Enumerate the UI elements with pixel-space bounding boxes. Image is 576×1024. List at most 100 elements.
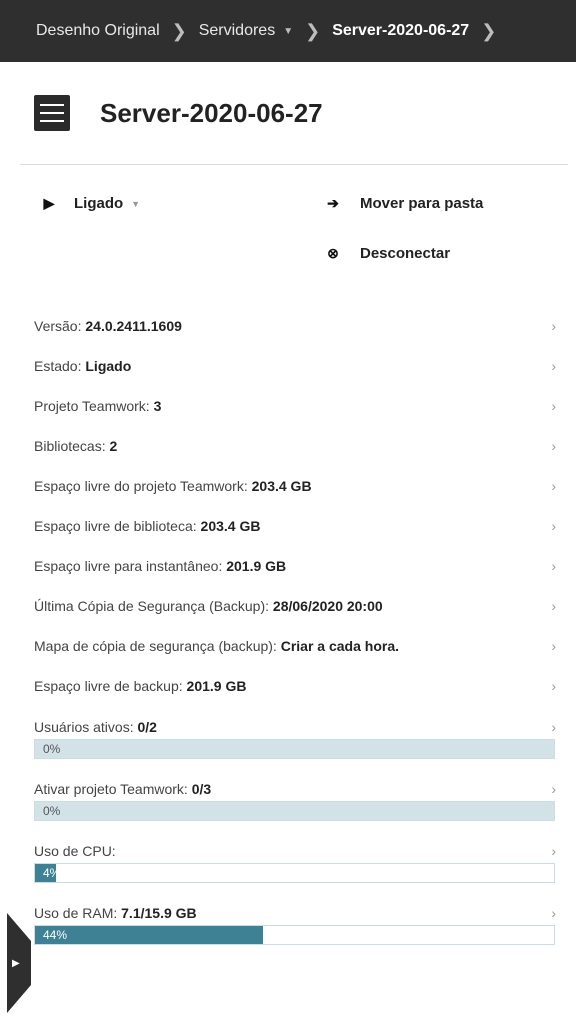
info-label: Última Cópia de Segurança (Backup): — [34, 598, 273, 614]
usage-text: Ativar projeto Teamwork: 0/3 — [34, 781, 211, 797]
info-text: Estado: Ligado — [34, 358, 131, 374]
info-value: 24.0.2411.1609 — [85, 318, 182, 334]
page-title: Server-2020-06-27 — [100, 97, 323, 128]
power-status-label: Ligado — [74, 195, 124, 212]
usage-value: 7.1/15.9 GB — [121, 905, 197, 921]
move-to-folder-label: Mover para pasta — [360, 195, 484, 212]
breadcrumb-item-servers[interactable]: Servidores — [199, 22, 275, 40]
play-icon: ▶ — [12, 957, 20, 969]
page-header: Server-2020-06-27 — [20, 62, 568, 165]
info-value: Ligado — [85, 358, 132, 374]
cpu-usage-progress-bar: 4% — [34, 863, 555, 883]
info-text: Última Cópia de Segurança (Backup): 28/0… — [34, 598, 383, 614]
info-value: 3 — [153, 398, 162, 414]
usage-text: Uso de CPU: — [34, 843, 116, 859]
info-row-snapshot-free-space[interactable]: Espaço livre para instantâneo: 201.9 GB … — [0, 546, 576, 586]
server-list-icon — [34, 95, 70, 131]
info-label: Mapa de cópia de segurança (backup): — [34, 638, 281, 654]
info-row-last-backup[interactable]: Última Cópia de Segurança (Backup): 28/0… — [0, 586, 576, 626]
chevron-right-icon: › — [551, 558, 556, 574]
disconnect-label: Desconectar — [360, 245, 451, 262]
chevron-right-icon: › — [551, 598, 556, 614]
info-value: 201.9 GB — [186, 678, 247, 694]
info-value: 201.9 GB — [226, 558, 287, 574]
info-value: 2 — [109, 438, 118, 454]
play-icon: ▶ — [43, 195, 55, 211]
info-label: Espaço livre de biblioteca: — [34, 518, 201, 534]
chevron-right-icon: › — [551, 905, 556, 921]
chevron-right-icon: › — [551, 358, 556, 374]
info-text: Espaço livre de biblioteca: 203.4 GB — [34, 518, 260, 534]
chevron-right-icon: › — [551, 843, 556, 859]
info-row-teamwork-projects[interactable]: Projeto Teamwork: 3 › — [0, 386, 576, 426]
disconnect-button[interactable]: ⊗ Desconectar — [324, 245, 450, 262]
usage-row-active-projects[interactable]: Ativar projeto Teamwork: 0/3 › — [0, 768, 576, 801]
chevron-right-icon: › — [551, 398, 556, 414]
info-row-teamwork-free-space[interactable]: Espaço livre do projeto Teamwork: 203.4 … — [0, 466, 576, 506]
info-row-libraries[interactable]: Bibliotecas: 2 › — [0, 426, 576, 466]
progress-fill — [35, 926, 264, 944]
usage-text: Usuários ativos: 0/2 — [34, 719, 157, 735]
progress-percent: 0% — [43, 742, 61, 756]
usage-value: 0/2 — [137, 719, 157, 735]
breadcrumb-item-original-design[interactable]: Desenho Original — [36, 22, 160, 40]
chevron-right-icon: › — [551, 719, 556, 735]
info-text: Projeto Teamwork: 3 — [34, 398, 161, 414]
action-panel: ▶ Ligado ▼ ➔ Mover para pasta ⊗ Desconec… — [0, 165, 576, 285]
usage-label: Uso de RAM: — [34, 905, 122, 921]
chevron-right-icon: › — [551, 478, 556, 494]
info-text: Mapa de cópia de segurança (backup): Cri… — [34, 638, 399, 654]
progress-percent: 0% — [43, 804, 61, 818]
info-value: 28/06/2020 20:00 — [272, 598, 383, 614]
disconnect-icon: ⊗ — [327, 245, 339, 261]
info-label: Projeto Teamwork: — [34, 398, 154, 414]
info-label: Espaço livre do projeto Teamwork: — [34, 478, 252, 494]
info-label: Versão: — [34, 318, 86, 334]
info-value: Criar a cada hora. — [280, 638, 399, 654]
info-value: 203.4 GB — [200, 518, 261, 534]
usage-label: Uso de CPU: — [34, 843, 116, 859]
usage-label: Ativar projeto Teamwork: — [34, 781, 192, 797]
info-row-state[interactable]: Estado: Ligado › — [0, 346, 576, 386]
info-text: Espaço livre de backup: 201.9 GB — [34, 678, 246, 694]
chevron-right-icon: › — [551, 318, 556, 334]
move-to-folder-button[interactable]: ➔ Mover para pasta — [324, 195, 483, 212]
info-text: Versão: 24.0.2411.1609 — [34, 318, 182, 334]
info-label: Espaço livre de backup: — [34, 678, 187, 694]
chevron-right-icon: › — [551, 638, 556, 654]
progress-percent: 4% — [43, 866, 61, 880]
info-text: Bibliotecas: 2 — [34, 438, 117, 454]
chevron-right-icon: › — [551, 438, 556, 454]
usage-row-ram[interactable]: Uso de RAM: 7.1/15.9 GB › — [0, 892, 576, 925]
usage-value: 0/3 — [191, 781, 212, 797]
chevron-right-icon: ❯ — [171, 20, 187, 41]
info-row-version[interactable]: Versão: 24.0.2411.1609 › — [0, 306, 576, 346]
power-status-dropdown[interactable]: ▶ Ligado ▼ — [40, 195, 140, 212]
ram-usage-progress-bar: 44% — [34, 925, 555, 945]
active-projects-progress-bar: 0% — [34, 801, 555, 821]
info-label: Espaço livre para instantâneo: — [34, 558, 227, 574]
info-label: Bibliotecas: — [34, 438, 110, 454]
progress-percent: 44% — [43, 928, 68, 942]
info-value: 203.4 GB — [251, 478, 312, 494]
usage-text: Uso de RAM: 7.1/15.9 GB — [34, 905, 197, 921]
usage-row-active-users[interactable]: Usuários ativos: 0/2 › — [0, 706, 576, 739]
server-info-list: Versão: 24.0.2411.1609 › Estado: Ligado … — [0, 306, 576, 954]
info-text: Espaço livre do projeto Teamwork: 203.4 … — [34, 478, 312, 494]
usage-label: Usuários ativos: — [34, 719, 138, 735]
chevron-right-icon: › — [551, 678, 556, 694]
active-users-progress-bar: 0% — [34, 739, 555, 759]
info-text: Espaço livre para instantâneo: 201.9 GB — [34, 558, 286, 574]
info-row-backup-schedule[interactable]: Mapa de cópia de segurança (backup): Cri… — [0, 626, 576, 666]
caret-down-icon: ▼ — [131, 198, 141, 209]
caret-down-icon[interactable]: ▼ — [283, 26, 293, 37]
breadcrumb: Desenho Original ❯ Servidores ▼ ❯ Server… — [0, 0, 576, 62]
chevron-right-icon: ❯ — [305, 20, 321, 41]
usage-row-cpu[interactable]: Uso de CPU: › — [0, 830, 576, 863]
info-row-library-free-space[interactable]: Espaço livre de biblioteca: 203.4 GB › — [0, 506, 576, 546]
arrow-right-icon: ➔ — [327, 195, 339, 211]
chevron-right-icon: › — [551, 781, 556, 797]
chevron-right-icon: › — [551, 518, 556, 534]
info-label: Estado: — [34, 358, 86, 374]
info-row-backup-free-space[interactable]: Espaço livre de backup: 201.9 GB › — [0, 666, 576, 706]
